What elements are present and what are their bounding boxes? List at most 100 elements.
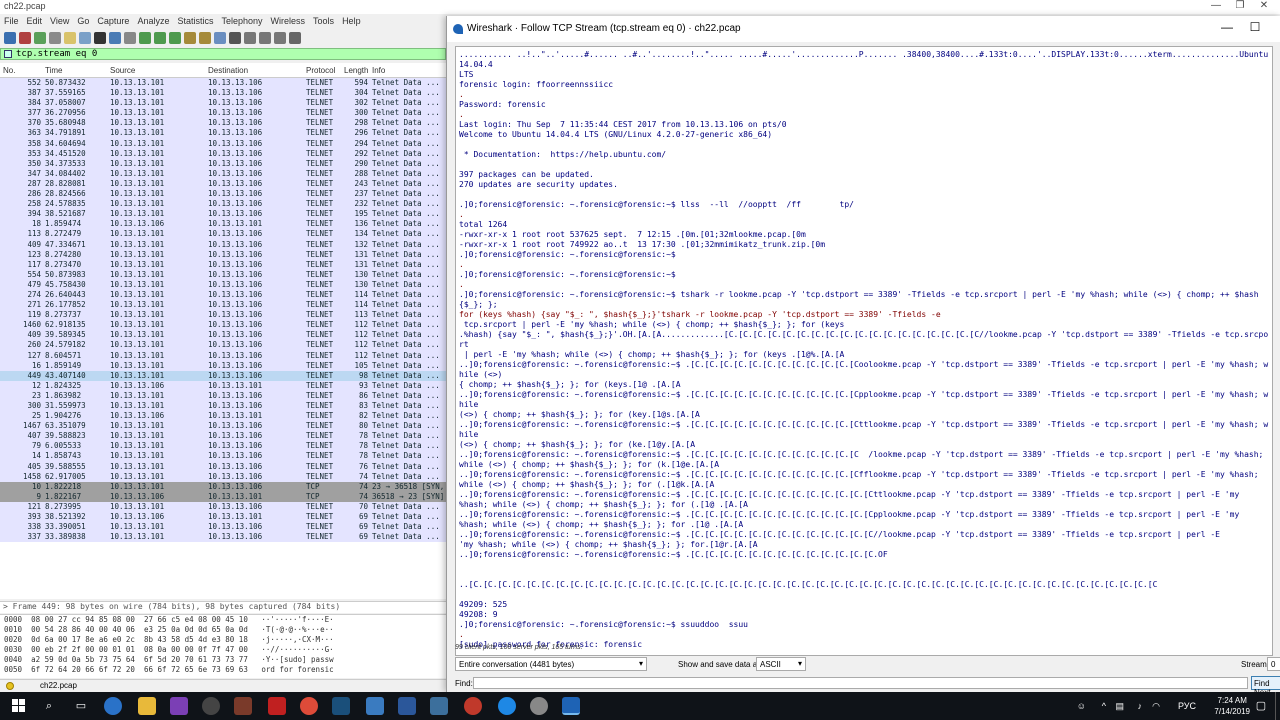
menu-wireless[interactable]: Wireless [267, 15, 310, 27]
steam-icon[interactable] [332, 697, 350, 715]
column-header-no[interactable]: No. [3, 66, 15, 75]
packet-row[interactable]: 1467 63.351079 10.13.13.101 10.13.13.106 TEL… [0, 421, 446, 432]
dialog-minimize-button[interactable]: — [1213, 20, 1241, 34]
file-explorer-icon[interactable] [138, 697, 156, 715]
packet-row[interactable]: 286 28.824566 10.13.13.101 10.13.13.106 TELN… [0, 189, 446, 200]
packet-row[interactable]: 377 36.270956 10.13.13.101 10.13.13.106 TELN… [0, 108, 446, 119]
column-header-info[interactable]: Info [372, 66, 385, 75]
people-icon[interactable]: ☺ [1077, 701, 1086, 711]
packet-row[interactable]: 353 34.451520 10.13.13.101 10.13.13.106 TELN… [0, 148, 446, 159]
packet-row[interactable]: 113 8.272479 10.13.13.101 10.13.13.106 TELNE… [0, 229, 446, 240]
find-input[interactable] [473, 677, 1248, 689]
pdf-reader-icon[interactable] [268, 697, 286, 715]
show-desktop-button[interactable] [1275, 692, 1280, 720]
zoom-in-icon[interactable] [244, 32, 256, 44]
conversation-select[interactable]: Entire conversation (4481 bytes) ▾ [455, 657, 647, 671]
notifications-icon[interactable]: ▢ [1252, 697, 1270, 715]
capture-options-icon[interactable] [49, 32, 61, 44]
packet-row[interactable]: 274 26.640443 10.13.13.101 10.13.13.106 TELN… [0, 289, 446, 301]
minimize-button[interactable]: — [1204, 0, 1228, 11]
menu-go[interactable]: Go [73, 15, 93, 27]
packet-row[interactable]: 25 1.904276 10.13.13.106 10.13.13.101 TELNET… [0, 411, 446, 422]
packet-row[interactable]: 409 39.589345 10.13.13.101 10.13.13.106 TELN… [0, 330, 446, 341]
menu-file[interactable]: File [0, 15, 23, 27]
packet-row[interactable]: 409 47.334671 10.13.13.101 10.13.13.106 TELN… [0, 239, 446, 250]
colorize-icon[interactable] [229, 32, 241, 44]
resize-columns-icon[interactable] [289, 32, 301, 44]
search-icon[interactable]: ⌕ [40, 697, 58, 715]
notes-icon[interactable] [398, 697, 416, 715]
bookmark-icon[interactable] [4, 50, 12, 58]
menu-view[interactable]: View [46, 15, 73, 27]
packet-row[interactable]: 370 35.680948 10.13.13.101 10.13.13.106 TELN… [0, 118, 446, 129]
task-view-icon[interactable]: ▭ [72, 697, 90, 715]
app-icon[interactable] [464, 697, 482, 715]
packet-row[interactable]: 119 8.273737 10.13.13.101 10.13.13.106 TELNE… [0, 310, 446, 321]
packet-row[interactable]: 121 8.273995 10.13.13.101 10.13.13.106 TELNE… [0, 501, 446, 513]
network-icon[interactable]: ▤ [1115, 701, 1124, 712]
go-to-packet-icon[interactable] [169, 32, 181, 44]
packet-row[interactable]: 479 45.758430 10.13.13.101 10.13.13.106 TELN… [0, 279, 446, 290]
app-icon[interactable] [530, 697, 548, 715]
word-icon[interactable] [202, 697, 220, 715]
visual-studio-icon[interactable] [170, 697, 188, 715]
autoscroll-icon[interactable] [214, 32, 226, 44]
display-filter-bar[interactable]: tcp.stream eq 0 [0, 48, 446, 60]
packet-bytes-pane[interactable]: 0000 08 00 27 cc 94 85 08 00 27 66 c5 e4… [0, 614, 446, 678]
packet-row[interactable]: 287 28.828081 10.13.13.101 10.13.13.106 TELN… [0, 178, 446, 190]
app-icon[interactable] [234, 697, 252, 715]
zoom-normal-icon[interactable] [274, 32, 286, 44]
dialog-maximize-button[interactable]: ☐ [1241, 20, 1269, 34]
packet-list[interactable]: No. Time Source Destination Protocol Len… [0, 63, 446, 599]
display-filter-input[interactable]: tcp.stream eq 0 [16, 49, 97, 59]
go-forward-icon[interactable] [154, 32, 166, 44]
restore-button[interactable]: ❐ [1228, 0, 1252, 11]
column-header-protocol[interactable]: Protocol [306, 66, 335, 75]
first-packet-icon[interactable] [184, 32, 196, 44]
packet-row[interactable]: 405 39.588555 10.13.13.101 10.13.13.106 TELN… [0, 461, 446, 472]
packet-row[interactable]: 23 1.863982 10.13.13.101 10.13.13.106 TELNET… [0, 390, 446, 401]
menu-statistics[interactable]: Statistics [173, 15, 217, 27]
menu-tools[interactable]: Tools [309, 15, 338, 27]
edge-browser-icon[interactable] [104, 697, 122, 715]
packet-row[interactable]: 384 37.058007 10.13.13.101 10.13.13.106 TELN… [0, 98, 446, 109]
packet-row[interactable]: 552 50.873432 10.13.13.101 10.13.13.106 TELN… [0, 78, 446, 89]
packet-row[interactable]: 12 1.824325 10.13.13.106 10.13.13.101 TELNET… [0, 380, 446, 391]
menu-analyze[interactable]: Analyze [133, 15, 173, 27]
packet-row[interactable]: 363 34.791891 10.13.13.101 10.13.13.106 TELN… [0, 128, 446, 139]
save-file-icon[interactable] [79, 32, 91, 44]
menu-telephony[interactable]: Telephony [217, 15, 266, 27]
zoom-out-icon[interactable] [259, 32, 271, 44]
packet-row[interactable]: 79 6.005533 10.13.13.101 10.13.13.106 TELNET… [0, 441, 446, 452]
stream-number-spinbox[interactable]: 0 [1267, 657, 1280, 671]
packet-row[interactable]: 127 8.604571 10.13.13.101 10.13.13.106 TELNE… [0, 350, 446, 361]
find-packet-icon[interactable] [124, 32, 136, 44]
column-header-time[interactable]: Time [45, 66, 62, 75]
open-file-icon[interactable] [64, 32, 76, 44]
volume-icon[interactable]: ♪ [1138, 701, 1143, 711]
windows-start-icon[interactable] [12, 699, 26, 713]
packet-detail-pane[interactable]: > Frame 449: 98 bytes on wire (784 bits)… [0, 601, 446, 613]
packet-row[interactable]: 407 39.588823 10.13.13.101 10.13.13.106 TELN… [0, 431, 446, 442]
menu-capture[interactable]: Capture [93, 15, 133, 27]
column-header-destination[interactable]: Destination [208, 66, 248, 75]
reload-icon[interactable] [109, 32, 121, 44]
packet-row[interactable]: 10 1.822218 10.13.13.101 10.13.13.106 TCP 74 2… [0, 481, 446, 492]
stop-capture-icon[interactable] [19, 32, 31, 44]
tray-chevron-icon[interactable]: ^ [1102, 701, 1106, 711]
packet-row[interactable]: 117 8.273470 10.13.13.101 10.13.13.106 TELNE… [0, 259, 446, 270]
column-header-source[interactable]: Source [110, 66, 135, 75]
packet-row[interactable]: 14 1.858743 10.13.13.101 10.13.13.106 TELNET… [0, 451, 446, 462]
wifi-icon[interactable]: ◠ [1152, 701, 1160, 712]
frame-summary-line[interactable]: > Frame 449: 98 bytes on wire (784 bits)… [3, 602, 340, 611]
packet-row[interactable]: 9 1.822167 10.13.13.106 10.13.13.101 TCP 74 36… [0, 491, 446, 502]
format-select[interactable]: ASCII ▾ [756, 657, 806, 671]
packet-row[interactable]: 358 34.604694 10.13.13.101 10.13.13.106 TELN… [0, 138, 446, 149]
packet-row[interactable]: 271 26.177852 10.13.13.101 10.13.13.106 TELN… [0, 300, 446, 311]
packet-row[interactable]: 337 33.389838 10.13.13.101 10.13.13.106 TELN… [0, 532, 446, 543]
app-icon[interactable] [366, 697, 384, 715]
packet-row[interactable]: 1460 62.918135 10.13.13.101 10.13.13.106 TEL… [0, 320, 446, 331]
packet-row[interactable]: 338 33.390051 10.13.13.101 10.13.13.106 TELN… [0, 522, 446, 533]
virtualbox-icon[interactable] [430, 697, 448, 715]
menu-help[interactable]: Help [338, 15, 365, 27]
